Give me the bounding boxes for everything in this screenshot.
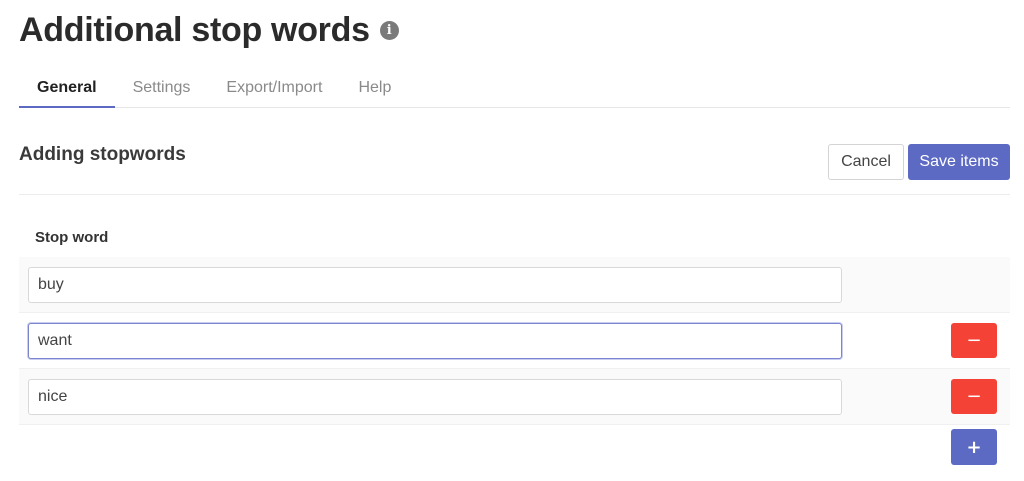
section-header: Adding stopwords Cancel Save items — [19, 136, 1010, 195]
table-row: − — [19, 369, 1010, 425]
plus-icon[interactable]: + — [951, 429, 997, 465]
tab-help[interactable]: Help — [340, 68, 409, 108]
table-row — [19, 257, 1010, 313]
info-icon[interactable]: i — [379, 20, 399, 40]
minus-icon[interactable]: − — [951, 323, 997, 358]
title-row: Additional stop words i — [19, 8, 399, 52]
stop-word-list: − − — [19, 257, 1010, 425]
section-title: Adding stopwords — [19, 144, 186, 165]
tab-bar: General Settings Export/Import Help — [19, 68, 1010, 108]
stop-word-input[interactable] — [28, 323, 842, 359]
stop-word-input[interactable] — [28, 379, 842, 415]
tab-settings[interactable]: Settings — [115, 68, 209, 108]
column-header-stop-word: Stop word — [35, 229, 109, 246]
minus-icon[interactable]: − — [951, 379, 997, 414]
save-items-button[interactable]: Save items — [908, 144, 1010, 180]
stop-word-input[interactable] — [28, 267, 842, 303]
page-title: Additional stop words — [19, 10, 370, 49]
tab-general[interactable]: General — [19, 68, 115, 108]
cancel-button[interactable]: Cancel — [828, 144, 904, 180]
tab-export-import[interactable]: Export/Import — [208, 68, 340, 108]
table-row: − — [19, 313, 1010, 369]
